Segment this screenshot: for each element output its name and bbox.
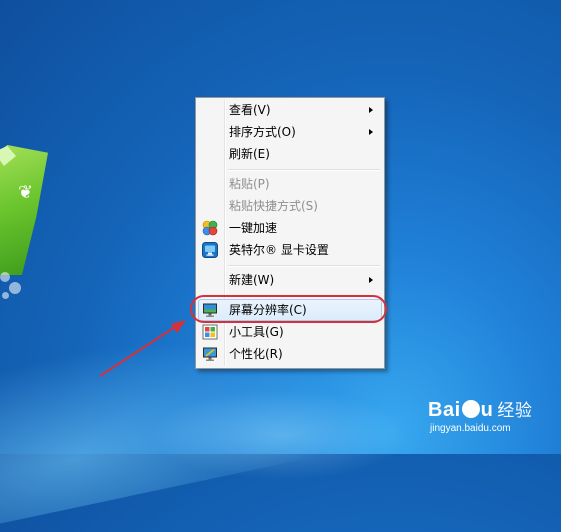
baidu-logo: Bai u 经验 — [428, 396, 532, 422]
watermark-logo-right: u — [480, 399, 494, 421]
annotation-arrow-icon — [99, 320, 186, 377]
baidu-jingyan-watermark: Bai u 经验 jingyan.baidu.com — [428, 396, 532, 434]
watermark-url: jingyan.baidu.com — [430, 423, 511, 434]
watermark-jingyan: 经验 — [497, 401, 533, 420]
paw-icon — [461, 400, 480, 418]
watermark-logo-left: Bai — [428, 399, 461, 421]
